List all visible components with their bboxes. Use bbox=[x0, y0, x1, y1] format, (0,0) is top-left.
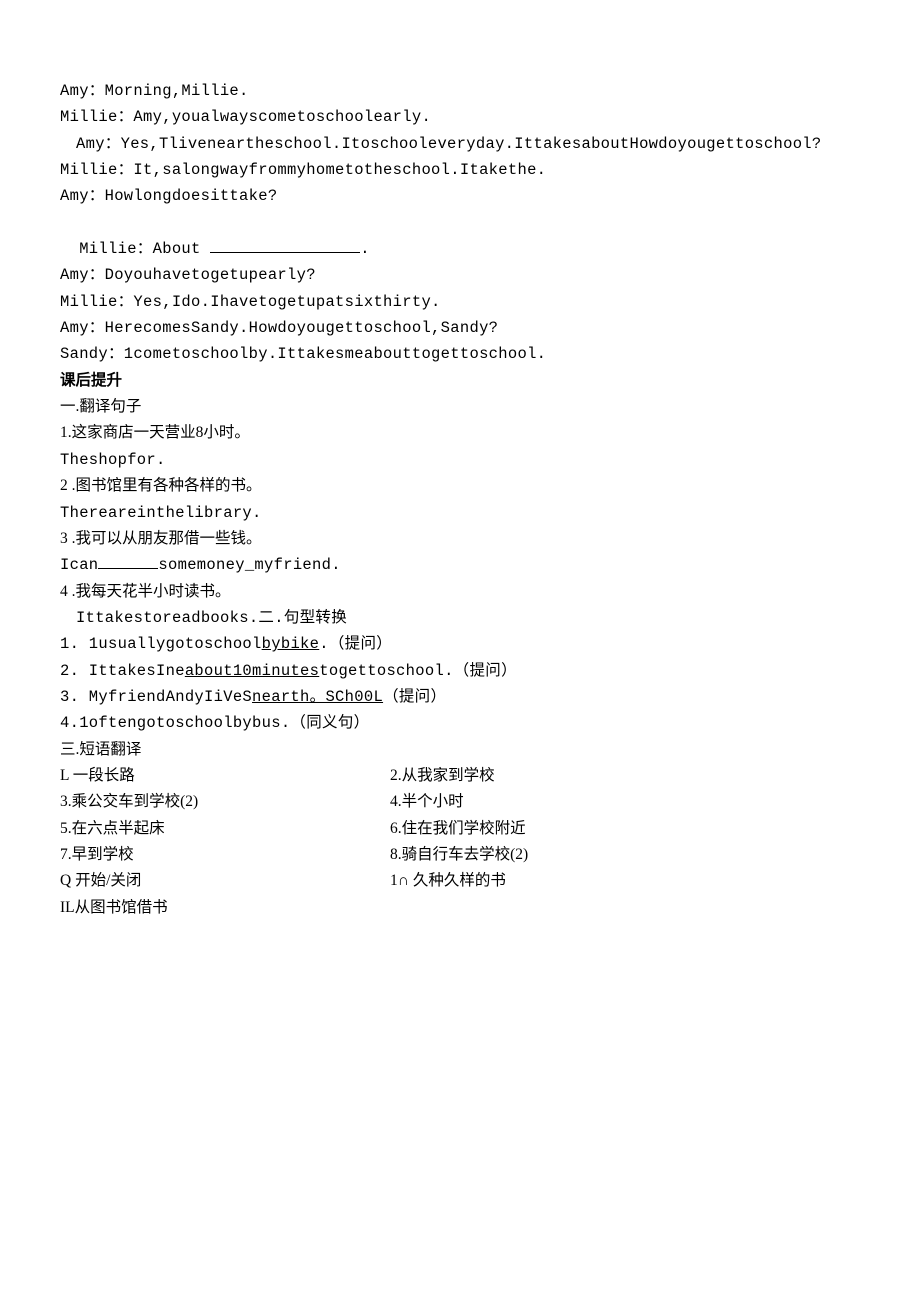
dialogue-line: Millie：Amy,youalwayscometoschoolearly. bbox=[60, 104, 860, 130]
dialogue-line: Amy：Howlongdoesittake? bbox=[60, 183, 860, 209]
phrase-item: 7.早到学校 bbox=[60, 842, 390, 868]
question-text: 2. IttakesIne bbox=[60, 662, 185, 680]
phrase-item: 2.从我家到学校 bbox=[390, 763, 860, 789]
dialogue-line: Amy：Yes,Tliveneartheschool.Itoschoolever… bbox=[60, 131, 860, 157]
dialogue-line: Millie：About . bbox=[60, 210, 860, 263]
phrase-row: L 一段长路 2.从我家到学校 bbox=[60, 763, 860, 789]
dialogue-line: Millie：Yes,Ido.Ihavetogetupatsixthirty. bbox=[60, 289, 860, 315]
question-text: 3. MyfriendAndyIiVeS bbox=[60, 688, 252, 706]
phrase-item: Q 开始/关闭 bbox=[60, 868, 390, 894]
phrase-item: L 一段长路 bbox=[60, 763, 390, 789]
question: 4.1oftengotoschoolbybus.（同义句） bbox=[60, 710, 860, 736]
question: 2 .图书馆里有各种各样的书。 bbox=[60, 473, 860, 499]
fill-blank bbox=[210, 237, 360, 254]
question: 3 .我可以从朋友那借一些钱。 bbox=[60, 526, 860, 552]
dialogue-line: Amy：Doyouhavetogetupearly? bbox=[60, 262, 860, 288]
question: 4 .我每天花半小时读书。 bbox=[60, 579, 860, 605]
answer-line: Theshopfor. bbox=[60, 447, 860, 473]
dialogue-text: Millie：About bbox=[79, 240, 210, 258]
phrase-item: 5.在六点半起床 bbox=[60, 816, 390, 842]
fill-blank bbox=[98, 553, 158, 570]
dialogue-line: Amy：HerecomesSandy.Howdoyougettoschool,S… bbox=[60, 315, 860, 341]
answer-line: Ican somemoney_myfriend. bbox=[60, 552, 860, 578]
phrase-row: IL从图书馆借书 bbox=[60, 895, 860, 921]
phrase-item: IL从图书馆借书 bbox=[60, 895, 390, 921]
phrase-item: 3.乘公交车到学校(2) bbox=[60, 789, 390, 815]
question: 1. 1usuallygotoschoolbybike.（提问） bbox=[60, 631, 860, 657]
question-text: .（提问） bbox=[319, 635, 392, 653]
question: 3. MyfriendAndyIiVeSnearth。SCh00L（提问） bbox=[60, 684, 860, 710]
question-text: 1. 1usuallygotoschool bbox=[60, 635, 262, 653]
answer-line: Ittakestoreadbooks.二.句型转换 bbox=[60, 605, 860, 631]
phrase-row: 7.早到学校 8.骑自行车去学校(2) bbox=[60, 842, 860, 868]
dialogue-line: Sandy：1cometoschoolby.Ittakesmeabouttoge… bbox=[60, 341, 860, 367]
section-heading-phrase: 三.短语翻译 bbox=[60, 737, 860, 763]
phrase-item bbox=[390, 895, 860, 921]
dialogue-line: Millie：It,salongwayfrommyhometotheschool… bbox=[60, 157, 860, 183]
answer-text: Ican bbox=[60, 556, 98, 574]
question-text: （提问） bbox=[383, 688, 446, 706]
question: 1.这家商店一天营业8小时。 bbox=[60, 420, 860, 446]
underlined-text: bybike bbox=[262, 635, 320, 653]
question: 2. IttakesIneabout10minutestogettoschool… bbox=[60, 658, 860, 684]
phrase-item: 6.住在我们学校附近 bbox=[390, 816, 860, 842]
phrase-row: 3.乘公交车到学校(2) 4.半个小时 bbox=[60, 789, 860, 815]
underlined-text: nearth。SCh00L bbox=[252, 688, 383, 706]
dialogue-text: . bbox=[360, 240, 370, 258]
phrase-item: 1∩ 久种久样的书 bbox=[390, 868, 860, 894]
phrase-item: 4.半个小时 bbox=[390, 789, 860, 815]
phrase-row: Q 开始/关闭 1∩ 久种久样的书 bbox=[60, 868, 860, 894]
section-heading-translate: 一.翻译句子 bbox=[60, 394, 860, 420]
underlined-text: about10minutes bbox=[185, 662, 319, 680]
question-text: togettoschool.（提问） bbox=[319, 662, 517, 680]
answer-text: somemoney_myfriend. bbox=[158, 556, 340, 574]
section-heading-after: 课后提升 bbox=[60, 368, 860, 394]
dialogue-line: Amy：Morning,Millie. bbox=[60, 78, 860, 104]
phrase-item: 8.骑自行车去学校(2) bbox=[390, 842, 860, 868]
answer-line: Thereareinthelibrary. bbox=[60, 500, 860, 526]
phrase-row: 5.在六点半起床 6.住在我们学校附近 bbox=[60, 816, 860, 842]
